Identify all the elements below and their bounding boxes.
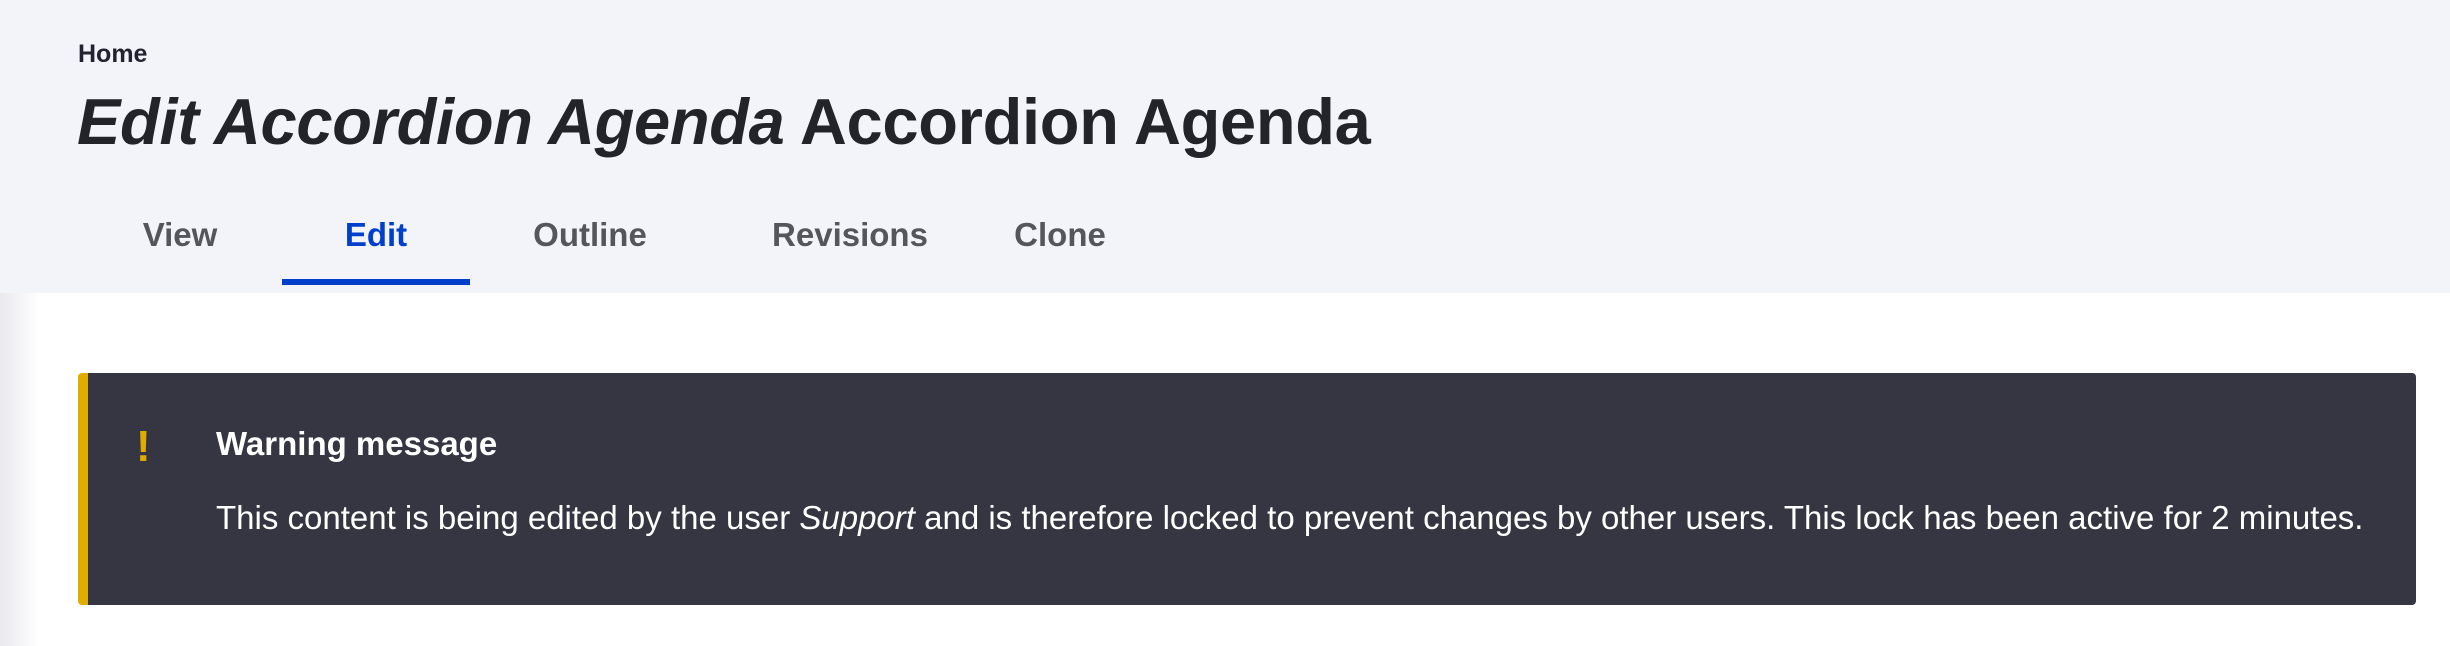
tab-revisions-label: Revisions — [772, 216, 928, 253]
tab-outline[interactable]: Outline — [470, 200, 710, 285]
primary-tabs: View Edit Outline Revisions Clone — [78, 200, 1130, 285]
tab-revisions[interactable]: Revisions — [710, 200, 990, 285]
breadcrumb-home-link[interactable]: Home — [78, 40, 147, 69]
warning-message-after: and is therefore locked to prevent chang… — [914, 499, 2364, 536]
page-title: Edit Accordion Agenda Accordion Agenda — [77, 82, 1371, 162]
warning-message-before: This content is being edited by the user — [216, 499, 800, 536]
warning-message-box: ! Warning message This content is being … — [78, 373, 2416, 605]
tab-clone-label: Clone — [1014, 216, 1106, 253]
warning-message-user: Support — [799, 499, 915, 536]
tab-view[interactable]: View — [78, 200, 282, 285]
warning-title: Warning message — [216, 425, 498, 462]
warning-message-text: This content is being edited by the user… — [216, 499, 2363, 537]
tab-edit-label: Edit — [344, 216, 408, 253]
tab-view-label: View — [142, 216, 218, 253]
tab-outline-label: Outline — [533, 216, 647, 253]
tab-clone[interactable]: Clone — [990, 200, 1130, 285]
tab-edit[interactable]: Edit — [282, 200, 470, 285]
page-header: Home Edit Accordion Agenda Accordion Age… — [0, 0, 2450, 293]
warning-exclamation-icon: ! — [136, 422, 151, 471]
page-title-rest: Accordion Agenda — [799, 85, 1371, 158]
page-title-italic: Edit Accordion Agenda — [77, 85, 785, 158]
